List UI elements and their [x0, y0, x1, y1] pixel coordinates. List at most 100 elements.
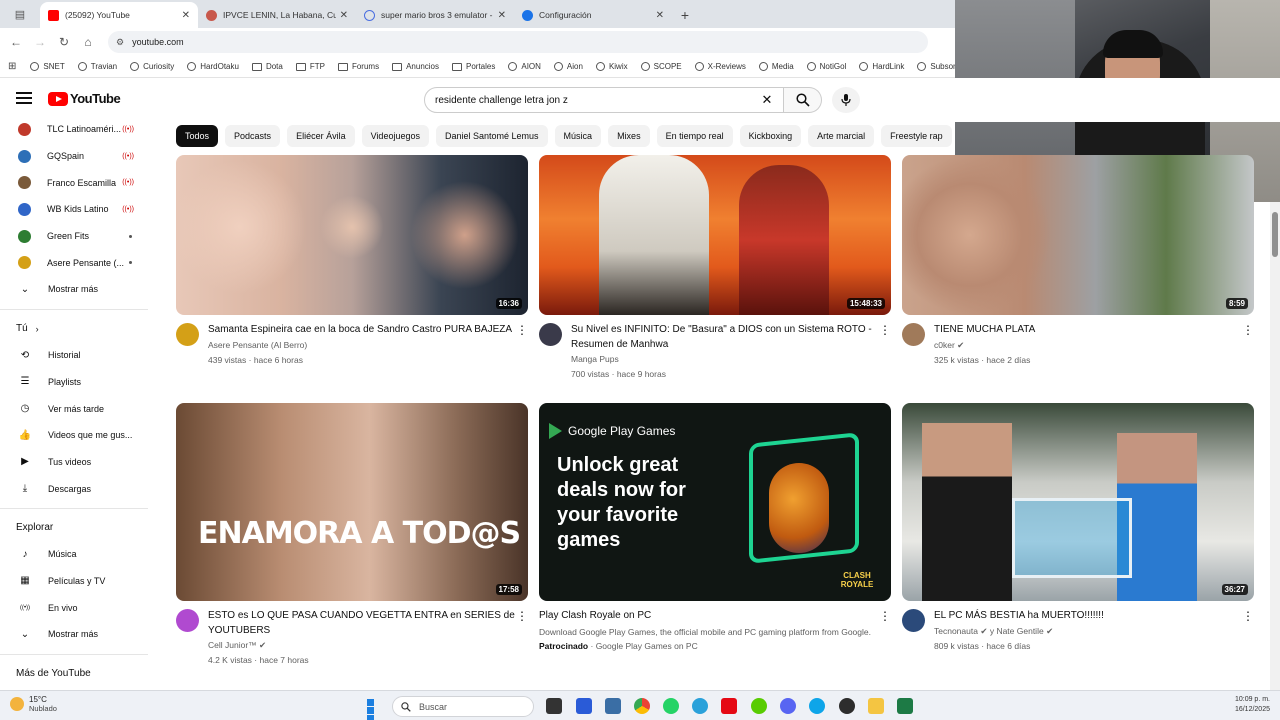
bookmark-item[interactable]: AION	[508, 62, 541, 71]
bookmark-item[interactable]: Curiosity	[130, 62, 174, 71]
tab-youtube[interactable]: (25092) YouTube ✕	[40, 2, 198, 28]
close-icon[interactable]: ✕	[340, 10, 348, 21]
channel-avatar[interactable]	[902, 323, 925, 346]
windows-start-icon[interactable]	[367, 699, 382, 720]
tab-search-icon[interactable]: ▤	[0, 0, 40, 28]
sponsor-name[interactable]: Google Play Games on PC	[596, 641, 698, 651]
filter-chip[interactable]: Arte marcial	[808, 125, 875, 147]
address-bar[interactable]: ⚙ youtube.com	[108, 31, 928, 53]
filter-chip[interactable]: Daniel Santomé Lemus	[435, 125, 548, 147]
bookmark-item[interactable]: HardLink	[859, 62, 904, 71]
sidebar-item-m-sica[interactable]: ♪ Música	[0, 541, 160, 568]
back-icon[interactable]: ←	[4, 35, 28, 49]
you-section-header[interactable]: Tú ›	[0, 316, 160, 342]
bookmark-item[interactable]: Kiwix	[595, 62, 628, 71]
telegram-icon[interactable]	[692, 698, 708, 714]
bookmark-item[interactable]: HardOtaku	[187, 62, 239, 71]
task-view-icon[interactable]	[546, 698, 562, 714]
taskbar-search[interactable]: Buscar	[392, 696, 534, 717]
netflix-icon[interactable]	[721, 698, 737, 714]
subscription-item[interactable]: Asere Pensante (...	[0, 249, 160, 276]
tab-ipvce[interactable]: IPVCE LENIN, La Habana, Cuba ✕	[198, 2, 356, 28]
video-thumbnail[interactable]: 36:27	[902, 403, 1254, 601]
show-more-explore[interactable]: ⌄ Mostrar más	[0, 621, 160, 648]
filter-chip[interactable]: Mixes	[608, 125, 650, 147]
channel-name[interactable]: Manga Pups	[571, 352, 879, 367]
channel-name[interactable]: c0ker	[934, 340, 955, 350]
filter-chip[interactable]: Freestyle rap	[881, 125, 952, 147]
video-card[interactable]: 36:27 EL PC MÁS BESTIA ha MUERTO!!!!!!! …	[902, 403, 1254, 654]
reload-icon[interactable]: ↻	[52, 35, 76, 49]
discord-icon[interactable]	[780, 698, 796, 714]
bookmark-item[interactable]: Anuncios	[392, 62, 439, 71]
show-more-subscriptions[interactable]: ⌄ Mostrar más	[0, 276, 160, 303]
bookmark-item[interactable]: Media	[758, 62, 794, 71]
home-icon[interactable]: ⌂	[76, 35, 100, 49]
more-options-icon[interactable]: ⋮	[879, 323, 891, 382]
sidebar-item-videos-que-me-gus[interactable]: 👍 Videos que me gus...	[0, 422, 160, 449]
channel-name[interactable]: Cell Junior™	[208, 640, 257, 650]
new-tab-button[interactable]: +	[672, 2, 698, 28]
video-card[interactable]: 16:36 Samanta Espineira cae en la boca d…	[176, 155, 528, 368]
chrome-icon[interactable]	[634, 698, 650, 714]
video-title[interactable]: Samanta Espineira cae en la boca de Sand…	[208, 323, 516, 338]
filter-chip[interactable]: Podcasts	[225, 125, 281, 147]
menu-icon[interactable]	[16, 92, 32, 104]
system-clock[interactable]: 10:09 p. m. 16/12/2025	[1235, 695, 1270, 715]
subscription-item[interactable]: TLC Latinoaméri... ((•))	[0, 116, 160, 143]
page-scrollbar[interactable]	[1270, 202, 1280, 690]
bookmark-item[interactable]: Portales	[452, 62, 495, 71]
bookmark-item[interactable]: Dota	[251, 62, 283, 71]
site-info-icon[interactable]: ⚙	[116, 37, 124, 48]
bookmark-item[interactable]: X-Reviews	[694, 62, 746, 71]
more-options-icon[interactable]: ⋮	[879, 609, 891, 654]
calculator-icon[interactable]	[605, 698, 621, 714]
ad-title[interactable]: Play Clash Royale on PC	[539, 609, 879, 624]
filter-chip[interactable]: Videojuegos	[361, 125, 429, 147]
file-explorer-icon[interactable]	[868, 698, 884, 714]
search-button[interactable]	[784, 87, 822, 113]
close-icon[interactable]: ✕	[498, 10, 506, 21]
excel-icon[interactable]	[897, 698, 913, 714]
sidebar-item-ver-m-s-tarde[interactable]: ◷ Ver más tarde	[0, 395, 160, 422]
more-options-icon[interactable]: ⋮	[516, 609, 528, 668]
channel-avatar[interactable]	[539, 323, 562, 346]
forward-icon[interactable]: →	[28, 35, 52, 49]
weather-widget[interactable]: 15°C Nublado	[10, 695, 57, 713]
bookmark-item[interactable]: FTP	[295, 62, 325, 71]
tab-search-mario[interactable]: super mario bros 3 emulator - B ✕	[356, 2, 514, 28]
subscription-item[interactable]: WB Kids Latino ((•))	[0, 196, 160, 223]
whatsapp-icon[interactable]	[663, 698, 679, 714]
filter-chip[interactable]: Kickboxing	[739, 125, 802, 147]
bookmark-item[interactable]: SCOPE	[640, 62, 682, 71]
video-card[interactable]: 15:48:33 Su Nivel es INFINITO: De "Basur…	[539, 155, 891, 382]
channel-avatar[interactable]	[176, 323, 199, 346]
video-title[interactable]: TIENE MUCHA PLATA	[934, 323, 1242, 338]
tab-settings[interactable]: Configuración ✕	[514, 2, 672, 28]
recorder-icon[interactable]	[839, 698, 855, 714]
sidebar-item-playlists[interactable]: ☰ Playlists	[0, 369, 160, 396]
scrollbar-thumb[interactable]	[1272, 212, 1278, 257]
channel-name[interactable]: Tecnonauta	[934, 626, 978, 636]
subscription-item[interactable]: Green Fits	[0, 223, 160, 250]
ad-thumbnail[interactable]: Google Play Games Unlock great deals now…	[539, 403, 891, 601]
bookmark-item[interactable]: Aion	[553, 62, 583, 71]
video-thumbnail[interactable]: ENAMORA A TOD@S 17:58	[176, 403, 528, 601]
channel-avatar[interactable]	[902, 609, 925, 632]
close-icon[interactable]: ✕	[656, 10, 664, 21]
clear-icon[interactable]: ✕	[757, 92, 777, 108]
lexicon-app-icon[interactable]	[576, 698, 592, 714]
bookmark-item[interactable]: Forums	[337, 62, 379, 71]
voice-search-button[interactable]	[832, 87, 860, 113]
video-title[interactable]: EL PC MÁS BESTIA ha MUERTO!!!!!!!	[934, 609, 1242, 624]
filter-chip[interactable]: Música	[554, 125, 602, 147]
close-icon[interactable]: ✕	[182, 10, 190, 21]
video-card[interactable]: ENAMORA A TOD@S 17:58 ESTO es LO QUE PAS…	[176, 403, 528, 668]
sidebar-item-en-vivo[interactable]: ((•)) En vivo	[0, 594, 160, 621]
channel-avatar[interactable]	[176, 609, 199, 632]
video-title[interactable]: Su Nivel es INFINITO: De "Basura" a DIOS…	[571, 323, 879, 352]
filter-chip[interactable]: En tiempo real	[656, 125, 733, 147]
subscription-item[interactable]: Franco Escamilla ((•))	[0, 169, 160, 196]
sidebar-item-descargas[interactable]: ⤓ Descargas	[0, 475, 160, 502]
more-options-icon[interactable]: ⋮	[1242, 323, 1254, 368]
